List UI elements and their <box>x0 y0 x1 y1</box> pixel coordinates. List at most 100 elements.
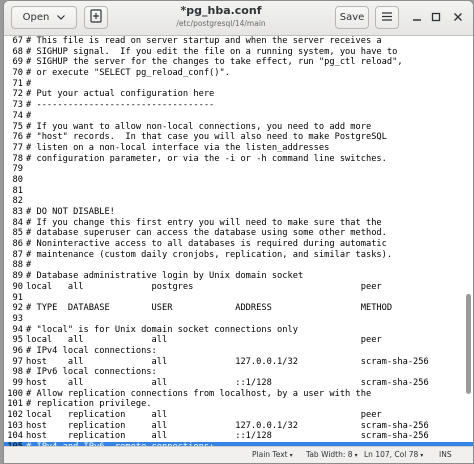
line-number: 80 <box>12 174 23 185</box>
line-number: 84 <box>12 217 23 228</box>
line-number: 93 <box>12 313 23 324</box>
line-text: # Noninteractive access to all databases… <box>26 239 387 250</box>
code-line[interactable]: 95 local all all peer <box>4 335 473 346</box>
code-line[interactable]: 82 <box>4 196 473 207</box>
status-bar: Plain Text ▾ Tab Width: 8 ▾ Ln 107, Col 78… <box>4 446 473 463</box>
line-number: 83 <box>12 207 23 217</box>
line-number: 98 <box>12 367 23 378</box>
language-label: Plain Text <box>252 450 288 459</box>
line-text: # DO NOT DISABLE! <box>26 207 115 217</box>
code-line[interactable]: 92 # TYPE DATABASE USER ADDRESS METHOD <box>4 303 473 314</box>
code-line[interactable]: 90 local all postgres peer <box>4 282 473 293</box>
tab-width-selector[interactable]: Tab Width: 8 ▾ <box>306 450 358 459</box>
code-line[interactable]: 101 # replication privilege. <box>4 399 473 410</box>
line-text: # replication privilege. <box>26 399 152 410</box>
code-line[interactable]: 87 # maintenance (custom daily cronjobs, … <box>4 250 473 261</box>
code-line[interactable]: 76 # "host" records. In that case you wil… <box>4 132 473 143</box>
line-number: 68 <box>12 46 23 57</box>
save-button[interactable]: Save <box>335 6 369 29</box>
line-text: # Put your actual configuration here <box>26 89 215 100</box>
line-number: 99 <box>12 378 23 388</box>
code-line[interactable]: 83 # DO NOT DISABLE! <box>4 207 473 218</box>
code-line[interactable]: 93 <box>4 314 473 325</box>
line-text: # "local" is for Unix domain socket conn… <box>26 324 298 335</box>
code-line[interactable]: 91 <box>4 293 473 304</box>
code-line[interactable]: 98 # IPv6 local connections: <box>4 367 473 378</box>
code-line[interactable]: 67 # This file is read on server startup … <box>4 36 473 47</box>
line-text: # <box>26 260 32 271</box>
line-number: 71 <box>12 78 23 89</box>
code-line[interactable]: 73 # ---------------------------------- <box>4 100 473 111</box>
line-number: 92 <box>12 303 23 314</box>
text-editor[interactable]: 67 # This file is read on server startup … <box>4 36 473 446</box>
maximize-button[interactable] <box>428 10 444 26</box>
hamburger-menu-icon <box>382 11 392 24</box>
code-line[interactable]: 94 # "local" is for Unix domain socket co… <box>4 325 473 336</box>
code-line[interactable]: 79 <box>4 164 473 175</box>
code-line[interactable]: 88 # <box>4 260 473 271</box>
window-subtitle: /etc/postgresql/14/main <box>176 19 266 28</box>
chevron-down-icon: ▾ <box>289 452 293 459</box>
line-text: # <box>26 110 32 121</box>
line-text: # or execute "SELECT pg_reload_conf()". <box>26 68 230 79</box>
line-text: # <box>26 78 32 89</box>
cursor-position-label: Ln 107, Col 78 <box>364 450 419 459</box>
line-text: # SIGHUP signal. If you edit the file on… <box>26 46 398 57</box>
code-line[interactable]: 69 # SIGHUP the server for the changes to… <box>4 57 473 68</box>
code-line[interactable]: 81 <box>4 186 473 197</box>
code-line[interactable]: 89 # Database administrative login by Uni… <box>4 271 473 282</box>
line-number: 67 <box>12 36 23 46</box>
line-number: 97 <box>12 356 23 367</box>
line-text: host all all 127.0.0.1/32 scram-sha-256 <box>26 356 429 367</box>
line-number: 102 <box>7 410 23 421</box>
cursor-position-selector[interactable]: Ln 107, Col 78 ▾ <box>364 450 423 459</box>
code-line[interactable]: 96 # IPv4 local connections: <box>4 346 473 357</box>
code-line[interactable]: 70 # or execute "SELECT pg_reload_conf()"… <box>4 68 473 79</box>
line-number: 100 <box>7 388 23 399</box>
code-line[interactable]: 99 host all all ::1/128 scram-sha-256 <box>4 378 473 389</box>
open-button-label: Open <box>22 12 50 23</box>
insert-mode-indicator: INS <box>439 450 452 459</box>
line-text: # TYPE DATABASE USER ADDRESS METHOD <box>26 303 393 314</box>
window-title: *pg_hba.conf <box>180 4 262 17</box>
new-document-icon <box>90 9 102 26</box>
code-line[interactable]: 86 # Noninteractive access to all databas… <box>4 239 473 250</box>
code-line[interactable]: 97 host all all 127.0.0.1/32 scram-sha-25… <box>4 357 473 368</box>
line-number: 87 <box>12 249 23 260</box>
new-document-button[interactable] <box>84 6 108 29</box>
code-line[interactable]: 72 # Put your actual configuration here <box>4 89 473 100</box>
line-text: # If you change this first entry you wil… <box>26 217 382 228</box>
line-text: local all all peer <box>26 335 382 346</box>
code-line[interactable]: 104 host replication all ::1/128 scram-sh… <box>4 431 473 442</box>
code-line[interactable]: 80 <box>4 175 473 186</box>
minimize-button[interactable] <box>409 10 425 26</box>
line-number: 95 <box>12 335 23 346</box>
code-line[interactable]: 103 host replication all 127.0.0.1/32 scr… <box>4 421 473 432</box>
language-selector[interactable]: Plain Text ▾ <box>252 450 293 459</box>
line-text: # configuration parameter, or via the -i… <box>26 153 387 164</box>
line-text: # listen on a non-local interface via th… <box>26 142 330 153</box>
line-text: # ---------------------------------- <box>26 100 215 111</box>
code-line[interactable]: 68 # SIGHUP signal. If you edit the file … <box>4 47 473 58</box>
code-line[interactable]: 75 # If you want to allow non-local conne… <box>4 122 473 133</box>
maximize-icon <box>431 12 441 25</box>
line-number: 89 <box>12 271 23 282</box>
code-line[interactable]: 74 # <box>4 111 473 122</box>
close-button[interactable] <box>450 10 466 26</box>
line-text: # Database administrative login by Unix … <box>26 271 304 282</box>
code-line[interactable]: 100 # Allow replication connections from … <box>4 389 473 400</box>
line-number: 82 <box>12 196 23 207</box>
close-icon <box>453 12 463 25</box>
code-line[interactable]: 102 local replication all peer <box>4 410 473 421</box>
code-line[interactable]: 71 # <box>4 79 473 90</box>
line-number: 70 <box>12 68 23 79</box>
line-text: local replication all peer <box>26 410 382 421</box>
code-line[interactable]: 85 # database superuser can access the da… <box>4 228 473 239</box>
code-line[interactable]: 77 # listen on a non-local interface via … <box>4 143 473 154</box>
main-menu-button[interactable] <box>375 6 399 29</box>
open-button[interactable]: Open <box>11 6 77 29</box>
code-line[interactable]: 84 # If you change this first entry you w… <box>4 218 473 229</box>
line-number: 75 <box>12 121 23 132</box>
vertical-scrollbar[interactable] <box>466 294 471 394</box>
code-line[interactable]: 78 # configuration parameter, or via the … <box>4 154 473 165</box>
